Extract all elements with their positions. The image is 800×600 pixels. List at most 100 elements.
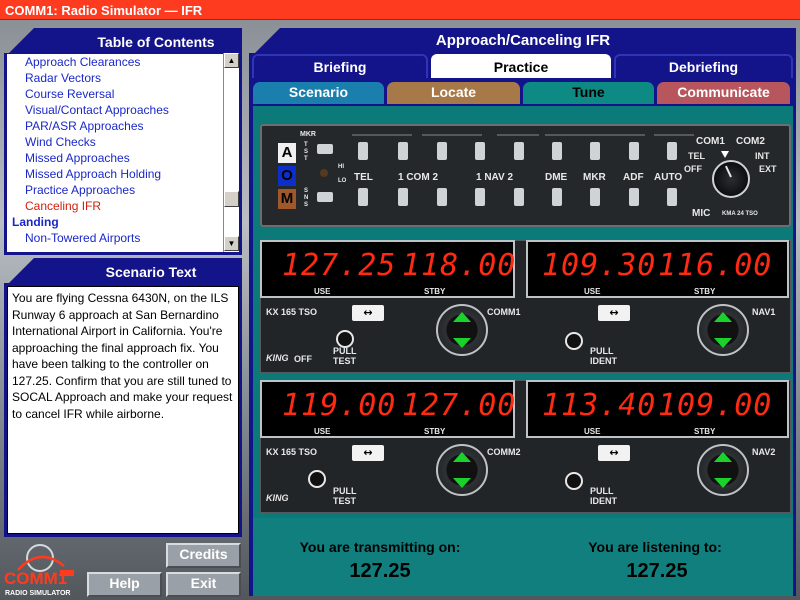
toc-item[interactable]: Practice Approaches [7, 182, 223, 198]
subtab-communicate[interactable]: Communicate [657, 82, 790, 104]
nav2-switch-top[interactable] [514, 142, 524, 160]
toc-item[interactable]: Visual/Contact Approaches [7, 102, 223, 118]
toc-item[interactable]: Missed Approach Holding [7, 166, 223, 182]
com2-switch-top[interactable] [437, 142, 447, 160]
adf-switch-bottom[interactable] [629, 188, 639, 206]
audio-model-label: KMA 24 TSO [722, 211, 758, 217]
com2-volume-knob[interactable] [308, 470, 326, 488]
nav1-stby-freq: 116.00 [658, 248, 773, 283]
auto-switch-top[interactable] [667, 142, 677, 160]
com2-model-label: KX 165 TSO [266, 447, 318, 457]
com2-switch-bottom[interactable] [437, 188, 447, 206]
toc-list: Approach Clearances Radar Vectors Course R… [7, 53, 223, 252]
nav1-swap-button[interactable]: ↔ [598, 305, 630, 321]
marker-test-switch[interactable] [317, 144, 333, 154]
mkr-switch-top[interactable] [590, 142, 600, 160]
com2-tuning-knob[interactable] [436, 444, 488, 496]
nav1-switch-top[interactable] [475, 142, 485, 160]
tel-switch-bottom[interactable] [358, 188, 368, 206]
nav2-display: 113.40 109.00 USE STBY [526, 380, 789, 438]
nav1-tuning-knob[interactable] [697, 304, 749, 356]
toc-title: Table of Contents [97, 34, 215, 50]
transmitting-label: You are transmitting on: [299, 539, 461, 555]
logo-brand: COMM1 [4, 569, 67, 588]
nav1-label: NAV1 [752, 307, 776, 317]
toc-section[interactable]: Landing [7, 214, 223, 230]
credits-button[interactable]: Credits [166, 543, 241, 568]
com1-switch-bottom[interactable] [398, 188, 408, 206]
com1-display: 127.25 118.00 USE STBY [260, 240, 515, 298]
scroll-thumb[interactable] [224, 191, 239, 207]
scenario-title: Scenario Text [105, 264, 197, 280]
com2-stby-freq: 127.00 [402, 388, 517, 423]
king-logo-1: KING [266, 353, 289, 363]
marker-sens-switch[interactable] [317, 192, 333, 202]
adf-switch-top[interactable] [629, 142, 639, 160]
nav1-volume-knob[interactable] [565, 332, 583, 350]
toc-item[interactable]: Missed Approaches [7, 150, 223, 166]
tab-debriefing[interactable]: Debriefing [614, 54, 793, 78]
com1-stby-label: STBY [424, 287, 446, 296]
mkr-switch-bottom[interactable] [590, 188, 600, 206]
hi-label: HI [338, 164, 344, 170]
nav1-pull-ident-label: PULL IDENT [590, 346, 617, 366]
nav1-display: 109.30 116.00 USE STBY [526, 240, 789, 298]
exit-button[interactable]: Exit [166, 572, 241, 597]
com1-pull-test-label: PULL TEST [333, 346, 357, 366]
nav1-switch-bottom[interactable] [475, 188, 485, 206]
mkr-select-label: MKR [583, 172, 606, 183]
nav-select-label: 1 NAV 2 [476, 172, 514, 183]
int-selector-label: INT [755, 151, 770, 161]
nav2-use-freq: 113.40 [542, 388, 657, 423]
marker-light-m: M [278, 189, 296, 209]
com1-model-label: KX 165 TSO [266, 307, 318, 317]
mkr-label: MKR [300, 131, 316, 138]
logo-tagline: RADIO SIMULATOR [5, 590, 70, 597]
tab-briefing[interactable]: Briefing [252, 54, 428, 78]
marker-lamp [320, 169, 328, 177]
com2-swap-button[interactable]: ↔ [352, 445, 384, 461]
help-button[interactable]: Help [87, 572, 162, 597]
subtab-tune[interactable]: Tune [523, 82, 654, 104]
com1-use-label: USE [314, 287, 331, 296]
toc-panel: Approach Clearances Radar Vectors Course R… [4, 53, 242, 255]
tel-label: TEL [354, 172, 373, 183]
toc-item[interactable]: Course Reversal [7, 86, 223, 102]
scroll-down-icon[interactable]: ▼ [224, 236, 239, 251]
listening-value: 127.25 [626, 560, 688, 582]
com2-pull-test-label: PULL TEST [333, 486, 357, 506]
nav2-stby-freq: 109.00 [658, 388, 773, 423]
nav2-switch-bottom[interactable] [514, 188, 524, 206]
marker-light-a: A [278, 143, 296, 163]
dme-switch-top[interactable] [552, 142, 562, 160]
com1-tuning-knob[interactable] [436, 304, 488, 356]
com1-label: COMM1 [487, 307, 521, 317]
nav1-use-freq: 109.30 [542, 248, 657, 283]
mic-selector-knob[interactable] [712, 160, 750, 198]
nav2-tuning-knob[interactable] [697, 444, 749, 496]
toc-item[interactable]: Radar Vectors [7, 70, 223, 86]
tab-practice[interactable]: Practice [431, 54, 611, 78]
nav2-swap-button[interactable]: ↔ [598, 445, 630, 461]
auto-switch-bottom[interactable] [667, 188, 677, 206]
toc-item[interactable]: Wind Checks [7, 134, 223, 150]
nav2-pull-ident-label: PULL IDENT [590, 486, 617, 506]
toc-item[interactable]: Non-Towered Airports [7, 230, 223, 246]
scroll-up-icon[interactable]: ▲ [224, 53, 239, 68]
adf-label: ADF [623, 172, 644, 183]
subtab-locate[interactable]: Locate [387, 82, 520, 104]
com2-use-label: USE [314, 427, 331, 436]
toc-item[interactable]: Approach Clearances [7, 54, 223, 70]
com1-switch-top[interactable] [398, 142, 408, 160]
toc-scrollbar[interactable]: ▲ ▼ [223, 53, 239, 252]
dme-switch-bottom[interactable] [552, 188, 562, 206]
tel-switch-top[interactable] [358, 142, 368, 160]
toc-item[interactable]: PAR/ASR Approaches [7, 118, 223, 134]
nav2-use-label: USE [584, 427, 601, 436]
toc-item[interactable]: Canceling IFR [7, 198, 223, 214]
com1-swap-button[interactable]: ↔ [352, 305, 384, 321]
dme-label: DME [545, 172, 568, 183]
subtab-scenario[interactable]: Scenario [253, 82, 384, 104]
nav2-volume-knob[interactable] [565, 472, 583, 490]
com2-selector-label: COM2 [736, 136, 765, 147]
